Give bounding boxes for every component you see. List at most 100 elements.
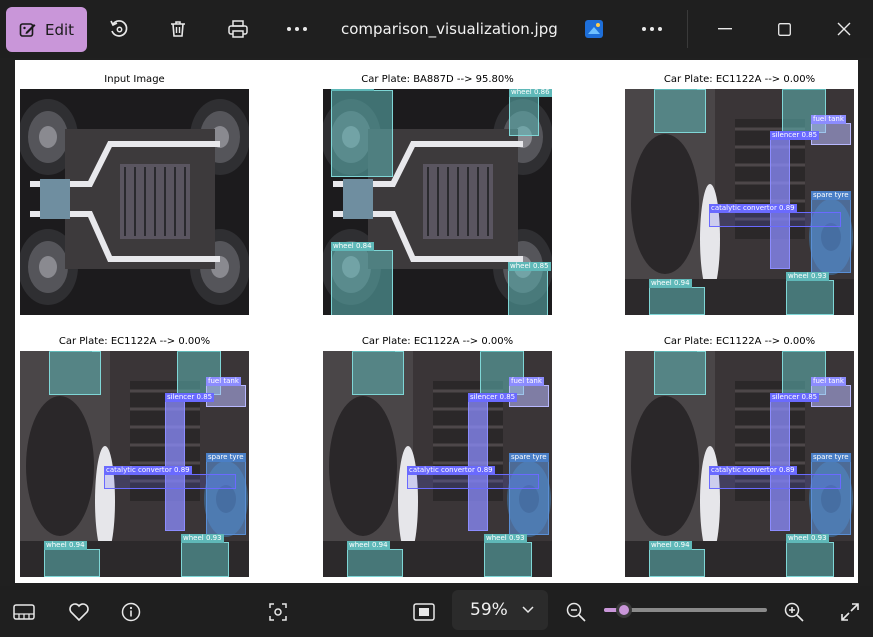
zoom-slider[interactable]	[604, 602, 767, 618]
detection-box-spare: spare tyre	[811, 191, 851, 273]
detection-label: wheel 0.92	[782, 89, 825, 90]
detection-box-wheel: wheel 0.93	[181, 534, 229, 577]
detection-box-wheel: wheel 0.86	[509, 89, 552, 136]
app-button[interactable]	[574, 9, 614, 49]
detection-label: wheel 0.94	[654, 351, 697, 352]
info-button[interactable]	[113, 594, 149, 630]
detection-label: wheel 0.94	[352, 351, 395, 352]
zoom-level-dropdown[interactable]: 59%	[452, 590, 548, 630]
detection-box-wheel: wheel 0.94	[347, 541, 403, 577]
panel-caption: Car Plate: EC1122A --> 0.00%	[663, 336, 816, 347]
detection-box-wheel: wheel 0.94	[44, 541, 100, 577]
app-more-button[interactable]	[632, 9, 672, 49]
more-icon	[641, 26, 663, 32]
detection-box-catalytic: catalytic convertor 0.89	[709, 466, 841, 489]
detection-box-wheel: wheel 0.85	[331, 89, 393, 177]
detection-label: silencer 0.85	[770, 131, 820, 140]
favorite-button[interactable]	[61, 594, 97, 630]
close-button[interactable]	[824, 9, 864, 49]
comparison-panel: Car Plate: EC1122A --> 0.00%wheel 0.94wh…	[20, 335, 249, 577]
detection-box-wheel: wheel 0.93	[786, 534, 834, 577]
panel-caption: Car Plate: BA887D --> 95.80%	[361, 74, 514, 85]
detection-box-catalytic: catalytic convertor 0.89	[709, 204, 841, 227]
detection-label: wheel 0.94	[347, 541, 390, 550]
comparison-panel: Car Plate: BA887D --> 95.80%wheel 0.85wh…	[323, 73, 552, 315]
rotate-button[interactable]	[99, 9, 139, 49]
detection-box-catalytic: catalytic convertor 0.89	[104, 466, 236, 489]
detection-label: wheel 0.93	[484, 534, 527, 543]
comparison-panel: Car Plate: EC1122A --> 0.00% wheel 0.94 wh…	[625, 335, 854, 577]
detection-label: wheel 0.93	[786, 272, 829, 281]
file-name: comparison_visualization.jpg	[341, 20, 558, 38]
detection-label: wheel 0.92	[782, 351, 825, 352]
detection-label: wheel 0.84	[331, 242, 374, 251]
filmstrip-button[interactable]	[6, 594, 42, 630]
chassis-photo	[20, 89, 249, 315]
detection-label: catalytic convertor 0.89	[104, 466, 192, 475]
detection-box-wheel: wheel 0.94	[649, 541, 705, 577]
comparison-panel: Car Plate: EC1122A --> 0.00%wheel 0.94wh…	[625, 73, 854, 315]
detection-label: wheel 0.93	[786, 534, 829, 543]
detection-box-wheel: wheel 0.85	[508, 262, 551, 315]
more-options-button[interactable]	[277, 9, 317, 49]
maximize-icon	[777, 22, 791, 36]
detection-label: wheel 0.85	[331, 89, 374, 91]
fit-to-window-button[interactable]	[406, 594, 442, 630]
more-icon	[286, 26, 308, 32]
zoom-in-icon	[784, 602, 804, 622]
detection-label: wheel 0.94	[49, 351, 92, 352]
detection-box-wheel: wheel 0.93	[786, 272, 834, 315]
detection-box-wheel: wheel 0.93	[484, 534, 532, 577]
print-icon	[227, 19, 249, 39]
print-button[interactable]	[218, 9, 258, 49]
favorite-icon	[68, 602, 90, 622]
zoom-value: 59%	[470, 600, 508, 620]
undercarriage-photo: wheel 0.94 wheel 0.92 fuel tank silencer 0.…	[625, 351, 854, 577]
visual-search-button[interactable]	[260, 594, 296, 630]
undercarriage-photo: wheel 0.94 wheel 0.92 fuel tank silencer 0.…	[20, 351, 249, 577]
detection-label: catalytic convertor 0.89	[709, 204, 797, 213]
zoom-out-button[interactable]	[558, 594, 594, 630]
panel-caption: Input Image	[104, 74, 165, 85]
minimize-button[interactable]	[705, 9, 745, 49]
close-icon	[837, 22, 851, 36]
edit-button[interactable]: Edit	[6, 7, 87, 52]
edit-icon	[19, 21, 37, 39]
detection-box-wheel: wheel 0.94	[49, 351, 101, 395]
delete-icon	[168, 19, 188, 39]
detection-label: silencer 0.85	[770, 393, 820, 402]
detection-label: spare tyre	[206, 453, 246, 462]
maximize-button[interactable]	[764, 9, 804, 49]
detection-label: wheel 0.93	[181, 534, 224, 543]
rotate-icon	[108, 18, 130, 40]
detection-box-spare: spare tyre	[206, 453, 246, 535]
detection-box-wheel: wheel 0.94	[352, 351, 404, 395]
detection-label: silencer 0.85	[165, 393, 215, 402]
detection-box-spare: spare tyre	[509, 453, 549, 535]
detection-label: fuel tank	[811, 115, 846, 124]
detection-box-catalytic: catalytic convertor 0.89	[407, 466, 539, 489]
detection-label: wheel 0.94	[44, 541, 87, 550]
image-canvas[interactable]: Input Image Car Plate: BA887D --> 95.80% w…	[15, 60, 858, 583]
comparison-panel: Car Plate: EC1122A --> 0.00% wheel 0.94 wh…	[323, 335, 552, 577]
detection-label: catalytic convertor 0.89	[407, 466, 495, 475]
fullscreen-button[interactable]	[832, 594, 868, 630]
panel-caption: Car Plate: EC1122A --> 0.00%	[663, 74, 816, 85]
delete-button[interactable]	[158, 9, 198, 49]
zoom-slider-thumb[interactable]	[615, 602, 632, 618]
undercarriage-photo: wheel 0.94 wheel 0.92 fuel tank silencer 0.…	[323, 351, 552, 577]
app-icon	[584, 19, 604, 39]
chassis-photo: wheel 0.85 wheel 0.86 wheel 0.84 wheel 0.85	[323, 89, 552, 315]
detection-label: wheel 0.92	[480, 351, 523, 352]
detection-label: catalytic convertor 0.89	[709, 466, 797, 475]
detection-label: fuel tank	[509, 377, 544, 386]
zoom-in-button[interactable]	[776, 594, 812, 630]
undercarriage-photo: wheel 0.94 wheel 0.92 fuel tank silencer 0.…	[625, 89, 854, 315]
detection-box-wheel: wheel 0.94	[654, 351, 706, 395]
fullscreen-icon	[840, 602, 860, 622]
detection-box-spare: spare tyre	[811, 453, 851, 535]
detection-label: wheel 0.94	[649, 541, 692, 550]
filmstrip-icon	[13, 603, 35, 621]
panel-caption: Car Plate: EC1122A --> 0.00%	[361, 336, 514, 347]
zoom-out-icon	[566, 602, 586, 622]
